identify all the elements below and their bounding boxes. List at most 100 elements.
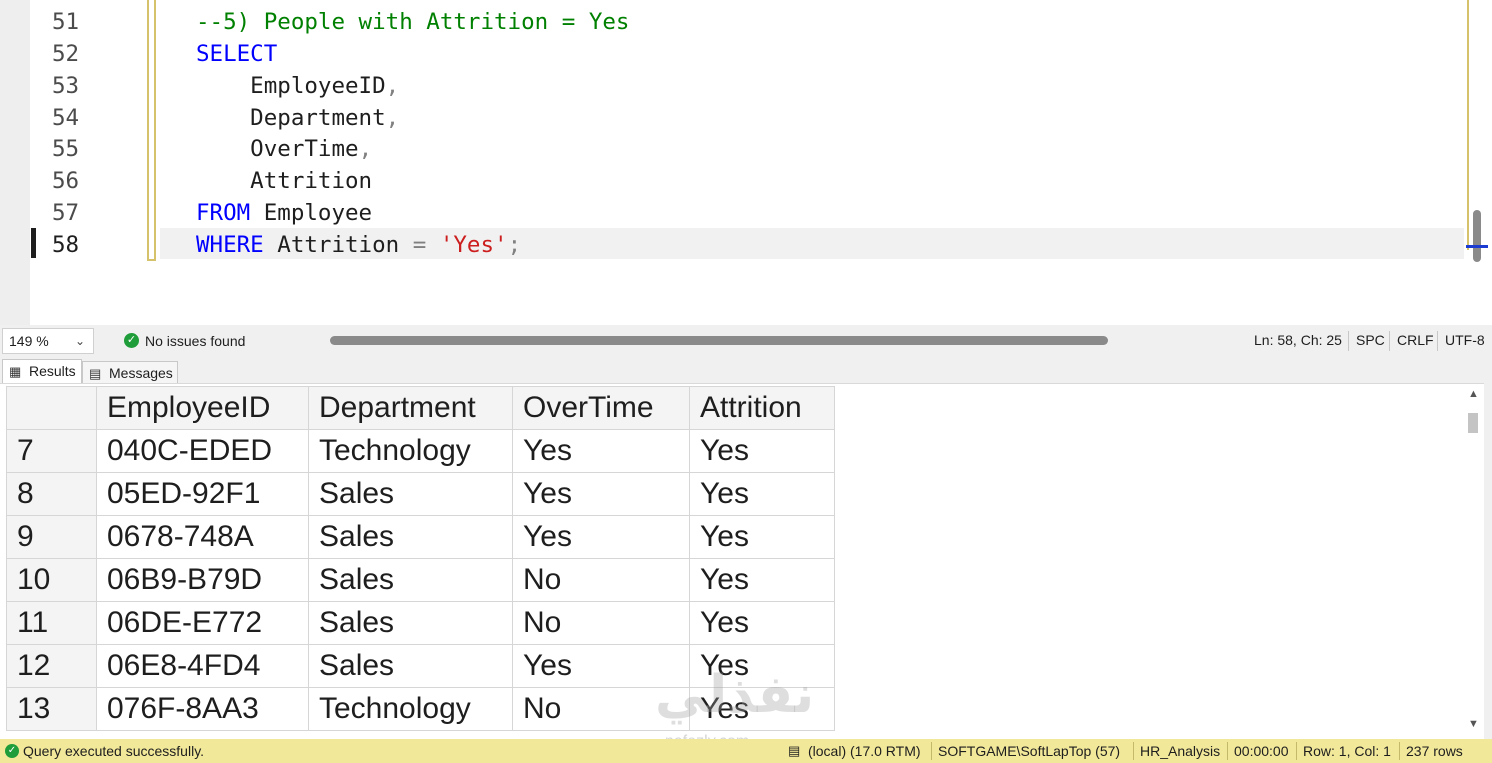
- code-token: --5) People with Attrition = Yes: [196, 9, 630, 35]
- code-token: ,: [358, 136, 373, 162]
- grid-cell[interactable]: 040C-EDED: [96, 429, 309, 473]
- grid-cell[interactable]: Yes: [512, 429, 690, 473]
- row-number[interactable]: 12: [6, 644, 97, 688]
- code-line[interactable]: 54 Department,: [0, 102, 1460, 134]
- row-number[interactable]: 11: [6, 601, 97, 645]
- row-number[interactable]: 10: [6, 558, 97, 602]
- grid-cell[interactable]: 06DE-E772: [96, 601, 309, 645]
- row-number[interactable]: 7: [6, 429, 97, 473]
- divider: [1227, 742, 1228, 760]
- grid-cell[interactable]: 06E8-4FD4: [96, 644, 309, 688]
- grid-header-row: EmployeeID Department OverTime Attrition: [6, 386, 835, 430]
- line-number: 56: [52, 168, 80, 194]
- grid-cell[interactable]: Technology: [308, 429, 513, 473]
- sql-editor[interactable]: 51 --5) People with Attrition = Yes 52 SELE…: [0, 0, 1492, 325]
- grid-cell[interactable]: Yes: [689, 472, 835, 516]
- code-text[interactable]: EmployeeID,: [196, 70, 399, 102]
- grid-cell[interactable]: Sales: [308, 515, 513, 559]
- tab-results-label: Results: [29, 363, 76, 379]
- code-text[interactable]: Attrition: [196, 165, 372, 197]
- code-token: SELECT: [196, 41, 278, 67]
- code-token: ;: [507, 232, 522, 258]
- code-token: OverTime: [196, 136, 359, 162]
- table-row[interactable]: 9 0678-748A Sales Yes Yes: [6, 515, 835, 559]
- code-line[interactable]: 57 FROM Employee: [0, 197, 1460, 229]
- grid-cell[interactable]: Technology: [308, 687, 513, 731]
- code-line[interactable]: 52 SELECT: [0, 38, 1460, 70]
- table-row[interactable]: 7 040C-EDED Technology Yes Yes: [6, 429, 835, 473]
- row-number[interactable]: 13: [6, 687, 97, 731]
- editor-status-bar: 149 % ⌄ ✓ No issues found Ln: 58, Ch: 25…: [0, 325, 1492, 357]
- column-header-overtime[interactable]: OverTime: [512, 386, 690, 430]
- tab-messages[interactable]: ▤ Messages: [82, 361, 178, 383]
- code-line[interactable]: 56 Attrition: [0, 165, 1460, 197]
- grid-vertical-scrollbar[interactable]: [1464, 386, 1484, 736]
- cursor-position[interactable]: Ln: 58, Ch: 25: [1254, 332, 1342, 348]
- grid-cell[interactable]: Yes: [689, 601, 835, 645]
- code-token: 'Yes': [439, 232, 508, 258]
- divider: [1437, 331, 1438, 351]
- table-row[interactable]: 8 05ED-92F1 Sales Yes Yes: [6, 472, 835, 516]
- line-number: 51: [52, 9, 80, 35]
- grid-cell[interactable]: Yes: [512, 472, 690, 516]
- grid-corner-cell[interactable]: [6, 386, 97, 430]
- whitespace-mode[interactable]: SPC: [1356, 332, 1385, 348]
- scrollbar-change-marker: [1467, 0, 1471, 250]
- scroll-up-arrow-icon[interactable]: ▲: [1468, 388, 1479, 400]
- grid-cell[interactable]: Sales: [308, 558, 513, 602]
- grid-scroll-thumb[interactable]: [1468, 413, 1478, 433]
- line-number: 54: [52, 105, 80, 131]
- divider: [1399, 742, 1400, 760]
- column-header-department[interactable]: Department: [308, 386, 513, 430]
- code-line[interactable]: 55 OverTime,: [0, 133, 1460, 165]
- line-number: 58: [52, 232, 80, 258]
- grid-cell[interactable]: Yes: [512, 515, 690, 559]
- table-row[interactable]: 10 06B9-B79D Sales No Yes: [6, 558, 835, 602]
- check-circle-icon: ✓: [5, 744, 19, 758]
- tab-results[interactable]: ▦ Results: [2, 359, 82, 383]
- chevron-down-icon[interactable]: ⌄: [75, 334, 85, 348]
- grid-cell[interactable]: Sales: [308, 601, 513, 645]
- code-line[interactable]: 51 --5) People with Attrition = Yes: [0, 6, 1460, 38]
- grid-cell[interactable]: Yes: [689, 429, 835, 473]
- grid-cell[interactable]: 05ED-92F1: [96, 472, 309, 516]
- line-number: 53: [52, 73, 80, 99]
- code-text[interactable]: OverTime,: [196, 133, 372, 165]
- grid-cell[interactable]: 0678-748A: [96, 515, 309, 559]
- grid-cell[interactable]: Yes: [689, 558, 835, 602]
- issues-status[interactable]: No issues found: [145, 333, 245, 349]
- editor-scroll-thumb[interactable]: [1473, 210, 1481, 262]
- code-token: Attrition: [196, 168, 373, 194]
- grid-cell[interactable]: No: [512, 558, 690, 602]
- column-header-employeeid[interactable]: EmployeeID: [96, 386, 309, 430]
- editor-horizontal-scroll-thumb[interactable]: [330, 336, 1108, 345]
- code-text[interactable]: WHERE Attrition = 'Yes';: [196, 229, 521, 261]
- row-number[interactable]: 8: [6, 472, 97, 516]
- file-encoding[interactable]: UTF-8: [1445, 332, 1485, 348]
- results-tab-bar: ▦ Results ▤ Messages: [0, 357, 1492, 383]
- table-row[interactable]: 11 06DE-E772 Sales No Yes: [6, 601, 835, 645]
- grid-cell[interactable]: 06B9-B79D: [96, 558, 309, 602]
- grid-icon: ▦: [9, 364, 22, 379]
- grid-cell[interactable]: Sales: [308, 472, 513, 516]
- scroll-down-arrow-icon[interactable]: ▼: [1468, 718, 1479, 730]
- zoom-dropdown[interactable]: 149 % ⌄: [2, 328, 94, 354]
- line-number: 52: [52, 41, 80, 67]
- code-line[interactable]: 58 WHERE Attrition = 'Yes';: [0, 229, 1460, 261]
- line-endings[interactable]: CRLF: [1397, 332, 1434, 348]
- code-text[interactable]: FROM Employee: [196, 197, 372, 229]
- row-number[interactable]: 9: [6, 515, 97, 559]
- grid-cell[interactable]: 076F-8AA3: [96, 687, 309, 731]
- code-text[interactable]: SELECT: [196, 38, 277, 70]
- line-number: 55: [52, 136, 80, 162]
- check-circle-icon: ✓: [124, 333, 139, 348]
- grid-cell[interactable]: Sales: [308, 644, 513, 688]
- grid-cell[interactable]: Yes: [689, 515, 835, 559]
- code-line[interactable]: 53 EmployeeID,: [0, 70, 1460, 102]
- query-status-message: Query executed successfully.: [23, 743, 205, 759]
- column-header-attrition[interactable]: Attrition: [689, 386, 835, 430]
- code-text[interactable]: --5) People with Attrition = Yes: [196, 6, 629, 38]
- code-text[interactable]: Department,: [196, 102, 399, 134]
- code-token: WHERE: [196, 232, 264, 258]
- grid-cell[interactable]: No: [512, 601, 690, 645]
